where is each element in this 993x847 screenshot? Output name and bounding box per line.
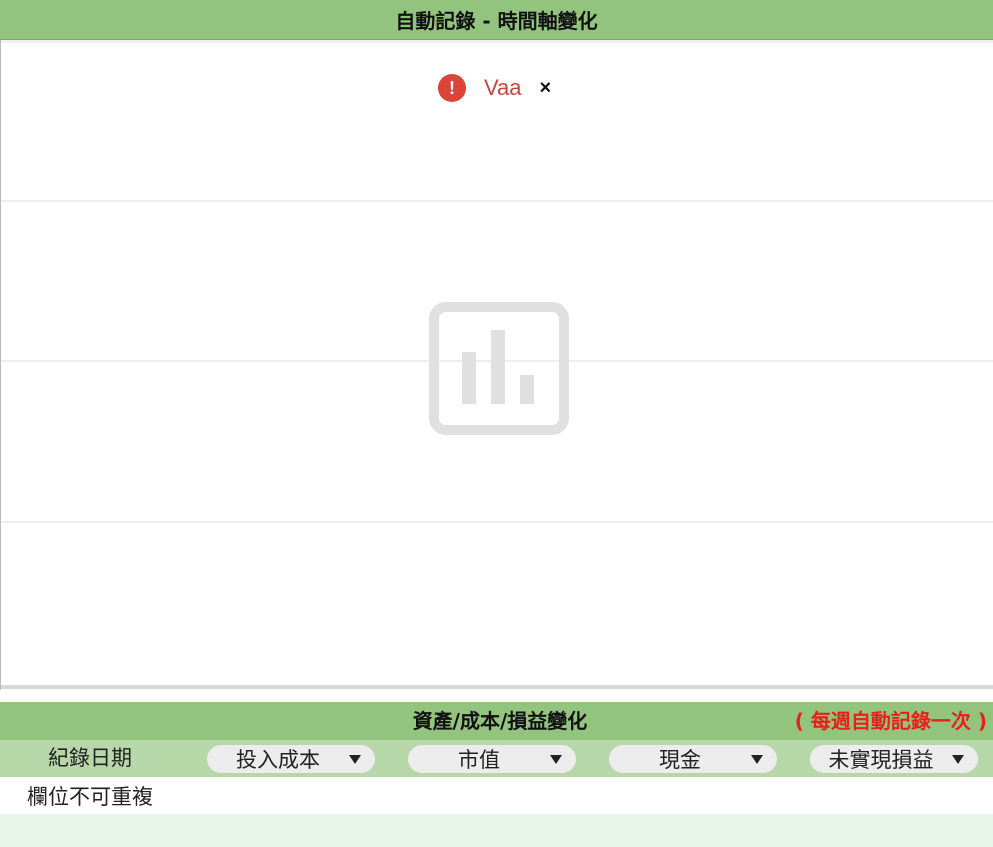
- section-note: ( 每週自動記錄一次 ): [794, 709, 987, 733]
- chart-top-border: [1, 40, 993, 43]
- chart-title: 自動記錄 - 時間軸變化: [395, 9, 598, 33]
- close-icon[interactable]: ×: [540, 77, 552, 100]
- chart-bottom-border: [1, 685, 993, 689]
- chart-panel: ! Vaa ×: [0, 40, 993, 690]
- error-text: Vaa: [484, 75, 522, 100]
- table-row: [0, 814, 993, 847]
- caret-down-icon: [751, 754, 763, 764]
- table-row: 欄位不可重複: [0, 777, 993, 814]
- chart-title-bar: 自動記錄 - 時間軸變化: [0, 0, 993, 40]
- validation-message: 欄位不可重複: [27, 785, 153, 809]
- exclamation-icon: !: [438, 74, 466, 102]
- dropdown-label: 投入成本: [236, 748, 320, 772]
- bar-chart-icon: [429, 302, 569, 435]
- unrealized-pl-dropdown[interactable]: 未實現損益: [810, 745, 978, 773]
- caret-down-icon: [349, 754, 361, 764]
- market-value-dropdown[interactable]: 市值: [408, 745, 576, 773]
- record-date-label: 紀錄日期: [48, 746, 132, 770]
- dropdown-label: 現金: [659, 748, 701, 772]
- chart-error-message: ! Vaa ×: [438, 73, 551, 103]
- gridline: [1, 200, 993, 202]
- filter-row: 紀錄日期 投入成本 市值 現金 未實現損益: [0, 740, 993, 777]
- caret-down-icon: [550, 754, 562, 764]
- dropdown-label: 市值: [458, 748, 500, 772]
- caret-down-icon: [952, 754, 964, 764]
- dropdown-label: 未實現損益: [828, 748, 934, 772]
- section-header: 資產/成本/損益變化 ( 每週自動記錄一次 ): [0, 702, 993, 740]
- cost-dropdown[interactable]: 投入成本: [207, 745, 375, 773]
- gridline: [1, 521, 993, 523]
- cash-dropdown[interactable]: 現金: [609, 745, 777, 773]
